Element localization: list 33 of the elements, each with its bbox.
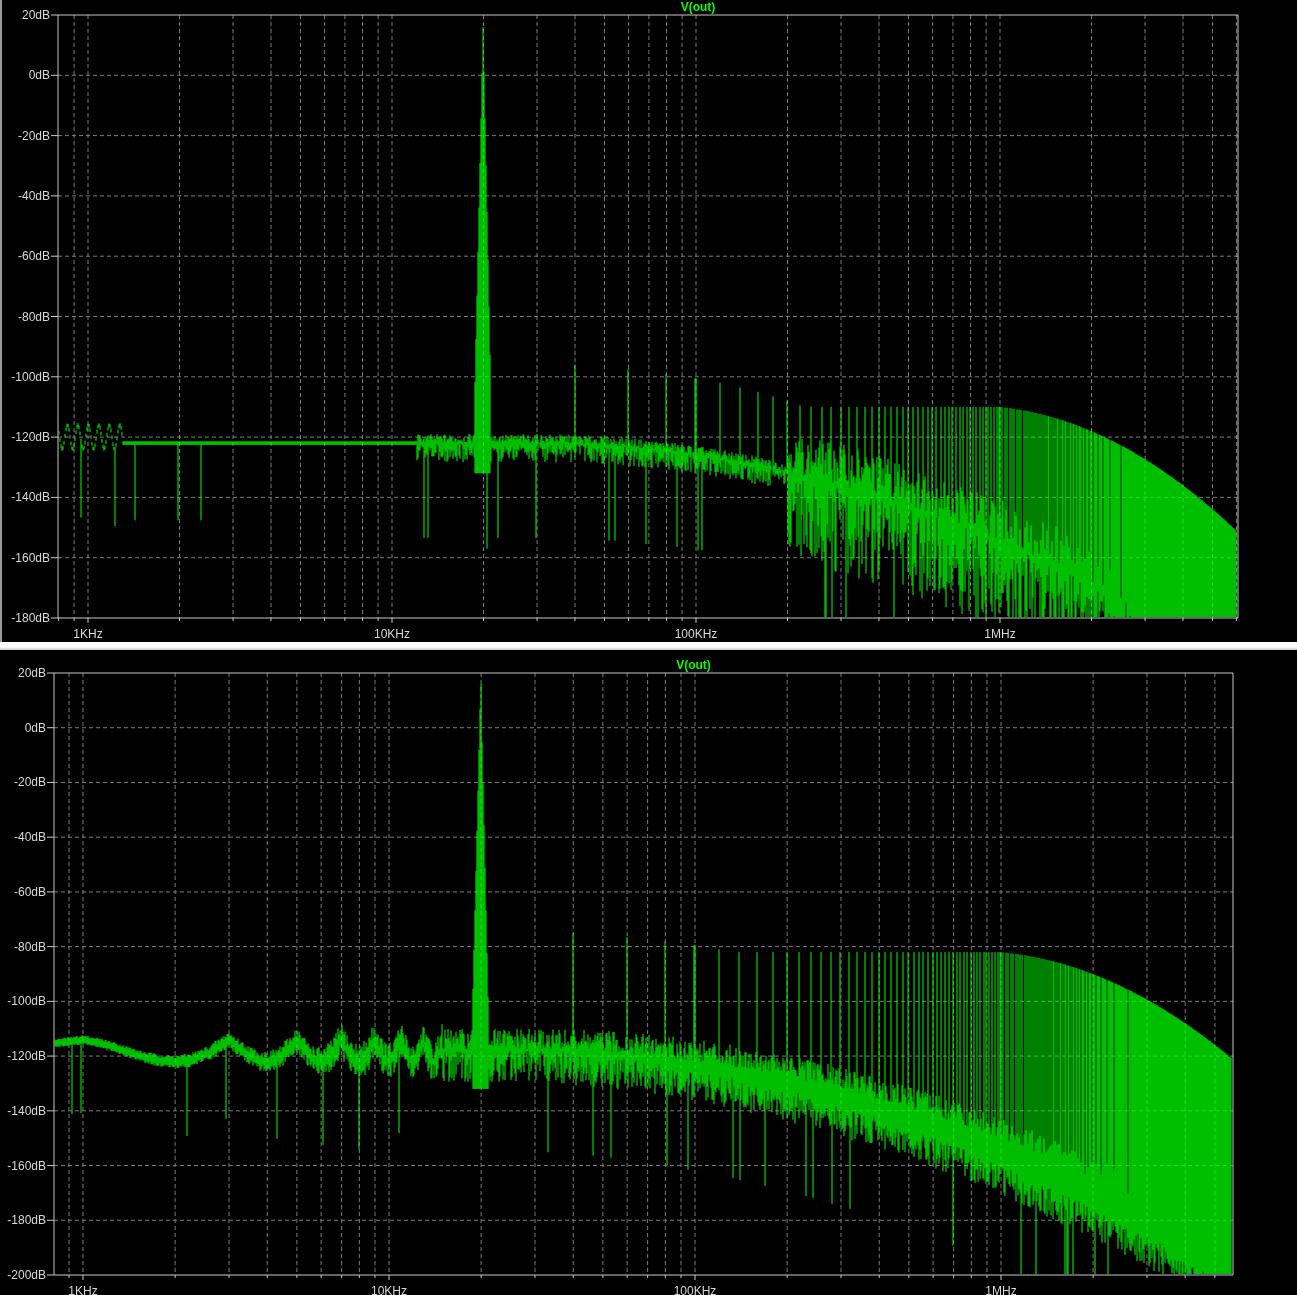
y-tick-label: -20dB [17,128,50,143]
x-tick-label: 1KHz [68,1284,98,1295]
x-tick-label: 1MHz [984,627,1016,641]
y-tick-label: -100dB [7,994,46,1009]
trace-label: V(out) [680,0,716,14]
y-tick-label: -160dB [7,1158,46,1173]
trace-label: V(out) [676,658,711,672]
y-tick-label: -120dB [11,430,50,445]
x-tick-label: 1MHz [985,1284,1017,1295]
x-tick-label: 10KHz [371,1284,407,1295]
y-tick-label: -40dB [13,830,46,845]
y-tick-label: -180dB [7,1213,46,1228]
y-tick-label: -100dB [11,369,50,384]
y-tick-label: -200dB [7,1268,46,1282]
y-tick-label: -140dB [11,490,50,505]
y-tick-label: -120dB [7,1049,46,1064]
y-tick-label: -20dB [13,775,46,790]
x-tick-label: 10KHz [374,627,410,641]
y-tick-label: -160dB [11,550,50,565]
y-tick-label: 0dB [28,68,50,83]
y-tick-label: -180dB [11,611,50,625]
y-tick-label: -80dB [13,939,46,954]
y-tick-label: -60dB [17,249,50,264]
y-tick-label: 20dB [21,8,50,22]
x-tick-label: 1KHz [73,627,103,641]
y-tick-label: 20dB [17,666,46,680]
y-tick-label: -140dB [7,1103,46,1118]
y-tick-label: 0dB [24,720,46,735]
y-tick-label: -60dB [13,884,46,899]
y-tick-label: -80dB [17,309,50,324]
x-tick-label: 100KHz [674,627,718,641]
x-tick-label: 100KHz [673,1284,717,1295]
y-tick-label: -40dB [17,188,50,203]
